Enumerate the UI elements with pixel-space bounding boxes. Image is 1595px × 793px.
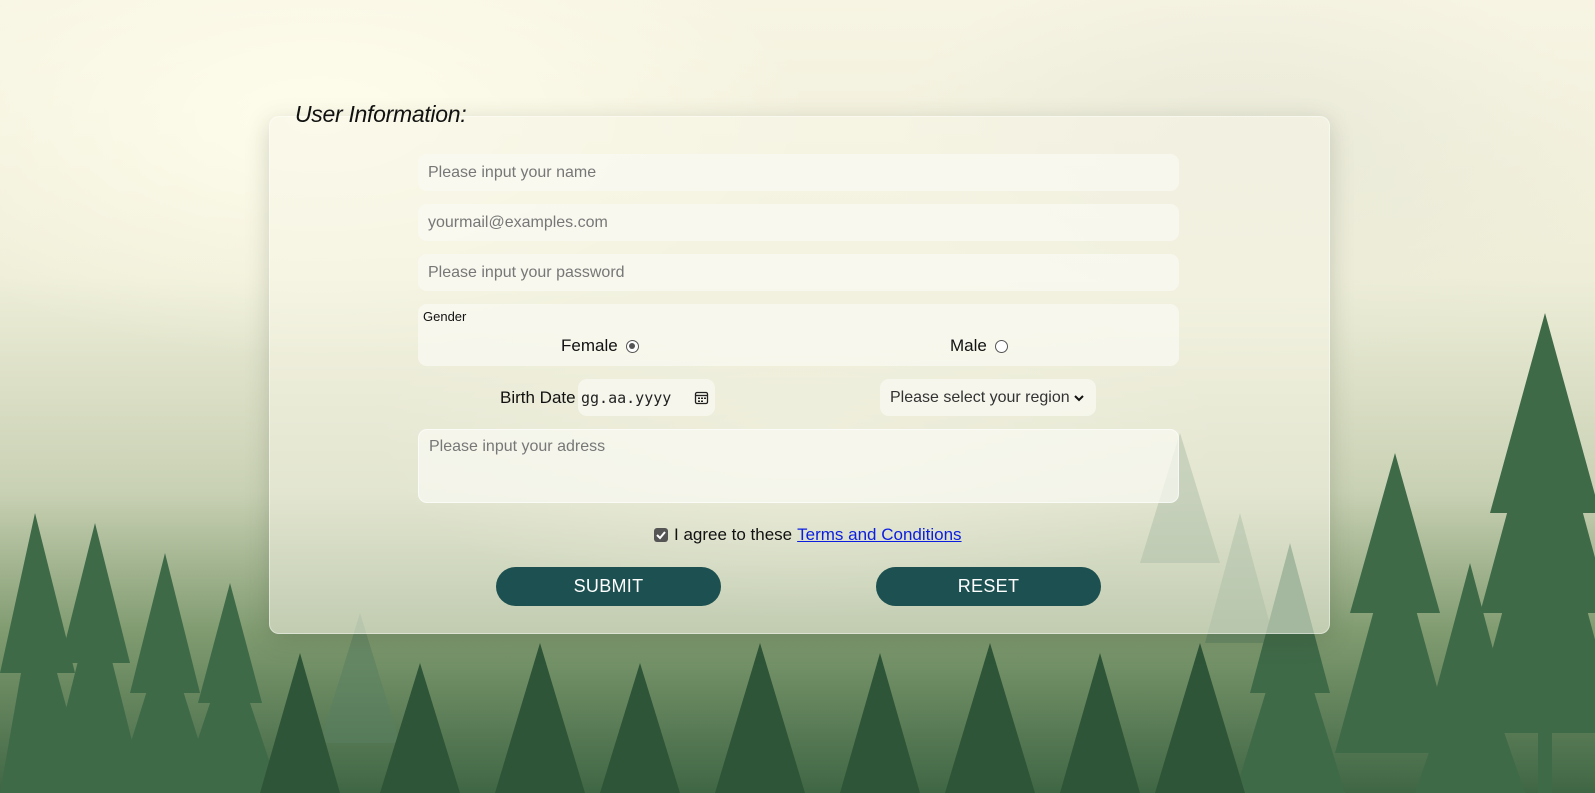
agree-checkbox[interactable] [654,528,668,542]
agree-text: I agree to these [674,525,793,544]
address-textarea[interactable] [418,429,1179,503]
check-icon [656,531,666,540]
gender-fieldset: Gender Female Male [418,304,1179,366]
gender-male-label: Male [950,336,987,355]
terms-link[interactable]: Terms and Conditions [797,525,961,545]
user-info-card [269,116,1330,634]
gender-female-label: Female [561,336,618,355]
region-select[interactable]: Please select your region [880,379,1096,416]
birth-date-input[interactable]: gg.aa.yyyy [578,379,715,416]
name-input[interactable] [418,154,1179,191]
male-radio[interactable] [994,339,1008,353]
submit-button[interactable]: SUBMIT [496,567,721,606]
female-radio[interactable] [625,339,639,353]
birth-date-format: gg.aa.yyyy [581,388,672,407]
form-title: User Information: [295,101,467,127]
email-input[interactable] [418,204,1179,241]
chevron-down-icon [1074,394,1084,401]
region-selected-value: Please select your region [890,388,1070,406]
terms-agreement: I agree to these Terms and Conditions [654,525,962,545]
birth-date-label: Birth Date [500,388,576,407]
password-input[interactable] [418,254,1179,291]
gender-option-male[interactable]: Male [950,336,1008,356]
gender-option-female[interactable]: Female [561,336,639,356]
reset-button[interactable]: RESET [876,567,1101,606]
calendar-icon[interactable] [694,390,709,405]
gender-legend: Gender [423,309,467,324]
